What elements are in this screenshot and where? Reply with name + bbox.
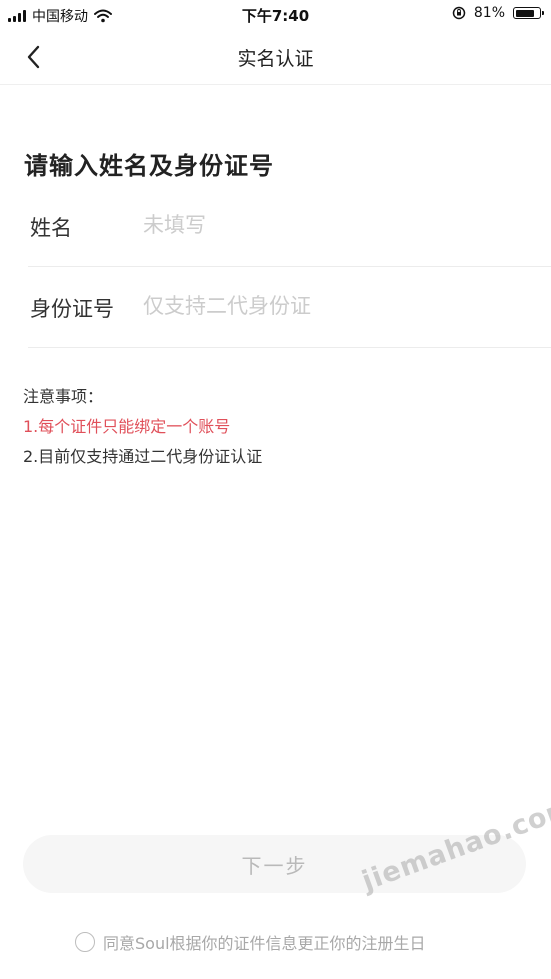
id-number-input[interactable] [143, 287, 523, 325]
name-label: 姓名 [30, 216, 72, 240]
agreement-radio[interactable] [75, 932, 95, 952]
name-row: 姓名 [28, 186, 551, 267]
agreement-row[interactable]: 同意Soul根据你的证件信息更正你的注册生日 [75, 930, 426, 954]
status-right: 81% [452, 5, 544, 21]
name-input[interactable] [143, 206, 523, 244]
battery-percent: 81% [473, 5, 505, 21]
battery-fill [515, 9, 534, 17]
id-number-row: 身份证号 [28, 267, 551, 348]
page-title: 实名认证 [237, 48, 314, 70]
form-heading: 请输入姓名及身份证号 [24, 152, 274, 180]
nav-bar: 实名认证 [0, 30, 551, 85]
rotation-lock-icon [452, 6, 466, 20]
agreement-text: 同意Soul根据你的证件信息更正你的注册生日 [103, 934, 426, 953]
note-item-1: 1.每个证件只能绑定一个账号 [23, 417, 231, 436]
notes-title: 注意事项： [23, 387, 104, 406]
id-number-label: 身份证号 [30, 297, 114, 321]
note-item-2: 2.目前仅支持通过二代身份证认证 [23, 447, 263, 466]
notes-section: 注意事项： 1.每个证件只能绑定一个账号 2.目前仅支持通过二代身份证认证 [23, 382, 262, 472]
status-bar: 中国移动 下午7:40 81% [0, 0, 551, 30]
battery-icon [513, 7, 544, 19]
